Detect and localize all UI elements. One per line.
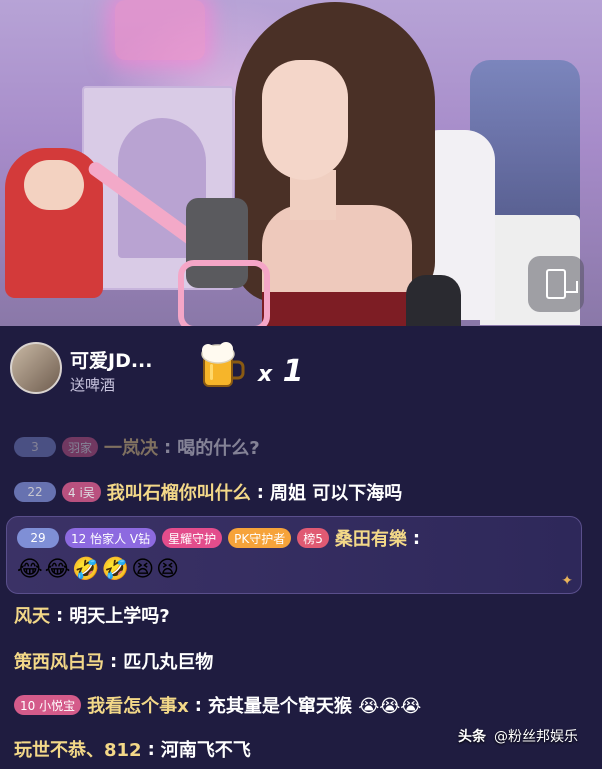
beer-mug-icon xyxy=(201,342,245,387)
chat-colon: : xyxy=(147,738,155,760)
streamer-top xyxy=(262,292,412,326)
neon-sign xyxy=(115,0,205,60)
chat-message[interactable]: 3 羽家 一岚决 : 喝的什么? xyxy=(14,434,260,460)
screen-rotate-icon xyxy=(546,269,578,299)
fan-badge: 4 i吴 xyxy=(62,482,101,502)
pk-guard-badge: PK守护者 xyxy=(228,528,292,548)
chat-colon: : xyxy=(110,650,118,672)
chat-text: 喝的什么? xyxy=(177,438,260,459)
chat-message[interactable]: 风天 : 明天上学吗? xyxy=(14,602,170,628)
gift-action: 送啤酒 xyxy=(70,376,116,394)
chat-text: 周姐 可以下海吗 xyxy=(270,483,403,504)
chat-username[interactable]: 桑田有樂 xyxy=(335,525,407,551)
avatar[interactable] xyxy=(10,342,62,394)
chat-username[interactable]: 一岚决 xyxy=(104,434,158,460)
guard-badge: 星耀守护 xyxy=(162,528,223,548)
screen-rotate-button[interactable] xyxy=(528,256,584,312)
mic-shock-mount xyxy=(178,260,270,326)
level-badge: 3 xyxy=(14,437,56,457)
watermark-account: @粉丝邦娱乐 xyxy=(494,729,578,745)
chat-text: 明天上学吗? xyxy=(69,606,170,627)
chat-text: 充其量是个窜天猴 😭😭😭 xyxy=(207,696,422,717)
gift-count: x 1 xyxy=(258,354,304,389)
chat-username[interactable]: 策西风白马 xyxy=(14,648,104,674)
chat-text: 河南飞不飞 xyxy=(160,740,251,761)
gift-count-value: 1 xyxy=(282,354,304,389)
fan-badge: 羽家 xyxy=(62,437,99,457)
chat-message[interactable]: 策西风白马 : 匹几丸巨物 xyxy=(14,648,213,674)
chat-colon: : xyxy=(256,481,264,503)
water-bottle xyxy=(406,275,461,326)
chat-text: 匹几丸巨物 xyxy=(123,652,214,673)
fan-badge: 10 小悦宝 xyxy=(14,695,82,715)
gift-count-prefix: x xyxy=(258,362,273,387)
family-badge: 12 怡家人 V钻 xyxy=(65,528,157,548)
red-toy-face xyxy=(24,160,84,210)
streamer-face xyxy=(262,60,348,180)
chat-username[interactable]: 我叫石榴你叫什么 xyxy=(107,479,251,505)
gift-sender[interactable]: 可爱JD... xyxy=(70,346,153,373)
watermark: 头条 @粉丝邦娱乐 xyxy=(458,726,578,746)
chat-colon: : xyxy=(412,527,421,549)
level-badge: 22 xyxy=(14,482,56,502)
chat-message[interactable]: 10 小悦宝 我看怎个事x : 充其量是个窜天猴 😭😭😭 xyxy=(14,692,421,718)
chat-username[interactable]: 风天 xyxy=(14,602,50,628)
watermark-logo: 头条 xyxy=(458,729,486,745)
card-decoration: ✦ xyxy=(561,573,573,589)
live-video[interactable] xyxy=(0,0,602,326)
chat-colon: : xyxy=(194,694,202,716)
chat-username[interactable]: 玩世不恭、812 xyxy=(14,736,142,762)
chat-colon: : xyxy=(164,436,172,458)
vip-badges: 29 12 怡家人 V钻 星耀守护 PK守护者 榜5 桑田有樂 : xyxy=(17,525,420,551)
chat-username[interactable]: 我看怎个事x xyxy=(87,692,189,718)
chat-colon: : xyxy=(56,604,64,626)
chat-message[interactable]: 玩世不恭、812 : 河南飞不飞 xyxy=(14,736,251,762)
chat-message[interactable]: 22 4 i吴 我叫石榴你叫什么 : 周姐 可以下海吗 xyxy=(14,479,402,505)
gift-banner: 可爱JD... 送啤酒 x 1 xyxy=(0,334,360,404)
chat-emojis: 😂😂🤣🤣😫😫 xyxy=(17,557,182,582)
rank-badge: 榜5 xyxy=(297,528,329,548)
vip-chat-message[interactable]: 29 12 怡家人 V钻 星耀守护 PK守护者 榜5 桑田有樂 : 😂😂🤣🤣😫😫… xyxy=(6,516,582,594)
chat-panel[interactable]: 可爱JD... 送啤酒 x 1 3 羽家 一岚决 : 喝的什么? 22 4 i吴… xyxy=(0,326,602,769)
level-badge: 29 xyxy=(17,528,59,548)
